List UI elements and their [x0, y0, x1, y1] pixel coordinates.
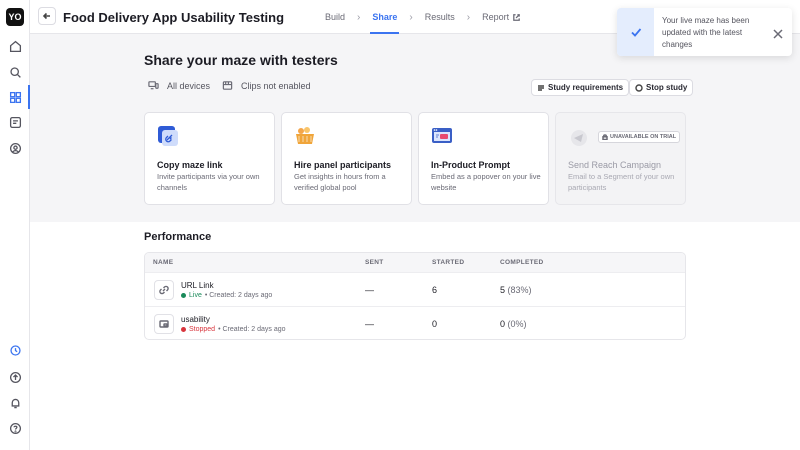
templates-icon[interactable] [7, 114, 23, 130]
activity-icon[interactable] [7, 342, 23, 358]
chevron-right-icon: › [409, 11, 413, 23]
step-share[interactable]: Share [368, 0, 401, 34]
toast-notification: Your live maze has been updated with the… [617, 8, 792, 56]
card-description: Embed as a popover on your live website [431, 172, 541, 192]
campaign-card-icon [568, 125, 590, 147]
completed-percent: (0%) [507, 319, 527, 329]
table-row[interactable]: URL Link Live • Created: 2 days ago — 6 … [145, 272, 685, 306]
study-requirements-label: Study requirements [548, 83, 624, 92]
bell-icon[interactable] [7, 395, 23, 411]
checkmark-icon [630, 28, 641, 37]
stopped-status-dot [181, 327, 186, 332]
clips-chip: Clips not enabled [222, 80, 311, 91]
link-card-icon [157, 125, 179, 147]
close-icon[interactable] [773, 26, 784, 39]
browser-card-icon [431, 125, 453, 147]
unavailable-badge-label: UNAVAILABLE ON TRIAL [610, 134, 677, 140]
devices-icon [148, 80, 159, 91]
help-icon[interactable] [7, 420, 23, 436]
chevron-right-icon: › [466, 11, 471, 23]
study-requirements-button[interactable]: Study requirements [531, 79, 630, 96]
created-label: • Created: 2 days ago [204, 292, 273, 299]
completed-value: 5 (83%) [500, 285, 532, 295]
home-icon[interactable] [7, 38, 23, 54]
upgrade-icon[interactable] [7, 369, 23, 385]
table-header: NAME SENT STARTED COMPLETED [145, 253, 685, 272]
unavailable-badge: UNAVAILABLE ON TRIAL [598, 131, 681, 143]
sent-value: — [365, 319, 374, 329]
lock-icon [602, 134, 608, 140]
column-header-name: NAME [153, 259, 174, 266]
search-icon[interactable] [7, 64, 23, 80]
row-meta: Live • Created: 2 days ago [181, 292, 272, 299]
prompt-icon [154, 314, 174, 334]
devices-chip: All devices [148, 80, 210, 91]
sidebar: YO [0, 0, 30, 450]
back-button[interactable] [38, 7, 56, 25]
link-icon [154, 280, 174, 300]
live-status-dot [181, 293, 186, 298]
step-results[interactable]: Results [421, 0, 459, 34]
step-report[interactable]: Report [478, 0, 525, 34]
completed-count: 0 [500, 319, 506, 329]
clips-label: Clips not enabled [241, 80, 311, 91]
performance-title: Performance [144, 231, 212, 243]
card-description: Invite participants via your own channel… [157, 172, 260, 192]
grid-icon[interactable] [7, 89, 23, 105]
started-value: 0 [432, 319, 438, 329]
card-description: Email to a Segment of your own participa… [568, 172, 675, 192]
sent-value: — [365, 285, 374, 295]
stop-study-label: Stop study [646, 83, 688, 92]
column-header-sent: SENT [365, 259, 384, 266]
card-copy-maze-link[interactable]: Copy maze link Invite participants via y… [144, 112, 275, 205]
workspace-avatar[interactable]: YO [6, 8, 24, 26]
status-label: Stopped [189, 326, 216, 333]
row-meta: Stopped • Created: 2 days ago [181, 326, 286, 333]
step-navigation: Build › Share › Results › Report [321, 0, 525, 34]
column-header-completed: COMPLETED [500, 259, 544, 266]
completed-count: 5 [500, 285, 506, 295]
card-title: In-Product Prompt [431, 160, 510, 170]
table-row[interactable]: usability Stopped • Created: 2 days ago … [145, 306, 685, 339]
card-send-reach-campaign: UNAVAILABLE ON TRIAL Send Reach Campaign… [555, 112, 686, 205]
devices-label: All devices [167, 80, 211, 91]
step-build[interactable]: Build [321, 0, 349, 34]
card-hire-panel-participants[interactable]: Hire panel participants Get insights in … [281, 112, 412, 205]
step-report-label: Report [482, 12, 510, 22]
clips-icon [222, 80, 233, 91]
card-title: Hire panel participants [294, 160, 392, 170]
completed-percent: (83%) [507, 285, 532, 295]
row-name: URL Link [181, 281, 214, 290]
card-in-product-prompt[interactable]: In-Product Prompt Embed as a popover on … [418, 112, 549, 205]
performance-table: NAME SENT STARTED COMPLETED URL Link Liv… [144, 252, 686, 340]
toast-status-panel [617, 8, 654, 56]
card-title: Send Reach Campaign [568, 160, 662, 170]
toast-message: Your live maze has been updated with the… [662, 16, 750, 49]
status-label: Live [189, 292, 202, 299]
completed-value: 0 (0%) [500, 319, 527, 329]
requirements-icon [537, 84, 545, 92]
arrow-left-icon [42, 12, 50, 20]
stop-icon [635, 83, 643, 92]
chevron-right-icon: › [357, 11, 361, 23]
column-header-started: STARTED [432, 259, 465, 266]
share-title: Share your maze with testers [144, 52, 338, 68]
created-label: • Created: 2 days ago [218, 326, 286, 333]
row-name: usability [181, 315, 210, 324]
participants-icon[interactable] [7, 140, 23, 156]
stop-study-button[interactable]: Stop study [629, 79, 694, 96]
external-link-icon [512, 13, 521, 22]
started-value: 6 [432, 285, 438, 295]
card-description: Get insights in hours from a verified gl… [294, 172, 386, 192]
page-title: Food Delivery App Usability Testing [63, 10, 285, 25]
basket-card-icon [294, 125, 316, 147]
card-title: Copy maze link [157, 160, 223, 170]
